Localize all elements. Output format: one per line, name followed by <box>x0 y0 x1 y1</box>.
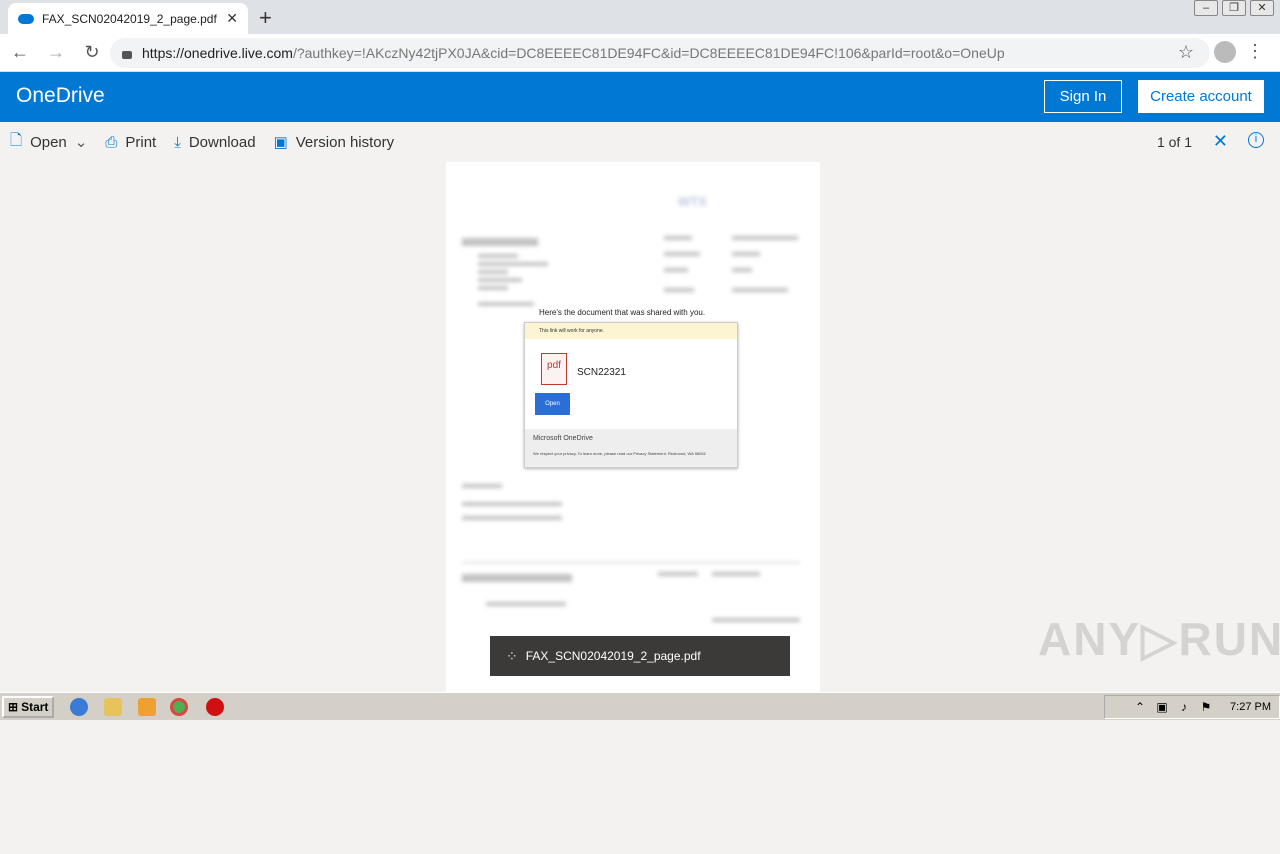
link-notice: This link will work for anyone. <box>525 323 737 339</box>
onedrive-brand[interactable]: OneDrive <box>16 84 105 108</box>
share-card: This link will work for anyone. pdf SCN2… <box>524 322 738 468</box>
window-controls: – ❐ ✕ <box>1194 0 1274 16</box>
document-icon: 🗋 <box>10 131 23 149</box>
close-tab-icon[interactable]: ✕ <box>226 10 238 27</box>
taskbar: ⊞ Start ⌃ ▣ ♪ ⚑ 7:27 PM <box>0 692 1280 720</box>
download-icon: ⤓ <box>174 133 181 151</box>
clock[interactable]: 7:27 PM <box>1230 701 1271 713</box>
print-command[interactable]: ⎙ Print <box>105 134 156 151</box>
onedrive-cloud-icon <box>18 13 34 24</box>
windows-logo-icon: ⊞ <box>8 700 19 714</box>
shared-message: Here's the document that was shared with… <box>539 308 706 317</box>
shared-file-name: SCN22321 <box>577 367 626 378</box>
open-label: Open <box>30 133 67 151</box>
lock-icon <box>122 51 132 59</box>
restore-icon[interactable]: ❐ <box>1222 0 1246 16</box>
print-label: Print <box>125 133 157 151</box>
start-label: Start <box>21 700 49 714</box>
tray-expand-icon[interactable]: ⌃ <box>1132 700 1148 714</box>
reload-icon[interactable]: ↻ <box>76 42 108 63</box>
card-footer: Microsoft OneDrive We respect your priva… <box>525 429 737 467</box>
pdf-file-icon: pdf <box>541 353 567 385</box>
bookmark-star-icon[interactable]: ☆ <box>1178 42 1194 63</box>
tab-title: FAX_SCN02042019_2_page.pdf - O <box>42 11 221 26</box>
start-button[interactable]: ⊞ Start <box>2 696 54 718</box>
microsoft-onedrive-logo: Microsoft OneDrive <box>533 435 593 442</box>
address-bar[interactable]: https://onedrive.live.com/?authkey=!AKcz… <box>110 38 1210 68</box>
folder-icon[interactable] <box>104 698 122 716</box>
info-icon[interactable]: i <box>1248 132 1264 148</box>
minimize-icon[interactable]: – <box>1194 0 1218 16</box>
command-bar: 🗋 Open ⌄ ⎙ Print ⤓ Download ▣ Version hi… <box>0 122 1280 162</box>
media-player-icon[interactable] <box>138 698 156 716</box>
loading-file-name: FAX_SCN02042019_2_page.pdf <box>525 649 701 663</box>
sign-in-button[interactable]: Sign In <box>1044 80 1122 113</box>
volume-icon[interactable]: ♪ <box>1176 700 1192 714</box>
url-path: /?authkey=!AKczNy42tjPX0JA&cid=DC8EEEEC8… <box>292 45 1005 61</box>
tab-strip: FAX_SCN02042019_2_page.pdf - O ✕ + – ❐ ✕ <box>0 0 1280 34</box>
loading-spinner-icon: ⁘ <box>506 647 518 664</box>
loading-toast: ⁘ FAX_SCN02042019_2_page.pdf <box>490 636 790 676</box>
chrome-icon[interactable] <box>170 698 188 716</box>
back-icon[interactable]: ← <box>4 42 36 63</box>
anyrun-watermark: ANY▷RUN <box>1038 613 1280 665</box>
chevron-down-icon: ⌄ <box>74 134 88 151</box>
close-icon[interactable]: ✕ <box>1213 131 1228 152</box>
action-center-flag-icon[interactable]: ⚑ <box>1198 700 1214 714</box>
version-history-command[interactable]: ▣ Version history <box>273 133 395 152</box>
version-history-icon: ▣ <box>273 134 288 151</box>
system-tray: ⌃ ▣ ♪ ⚑ 7:27 PM <box>1104 695 1280 719</box>
network-icon[interactable]: ▣ <box>1154 700 1170 714</box>
browser-toolbar: ← → ↻ https://onedrive.live.com/?authkey… <box>0 34 1280 72</box>
url-host: https://onedrive.live.com <box>142 45 293 61</box>
create-account-button[interactable]: Create account <box>1138 80 1264 113</box>
card-open-button[interactable]: Open <box>535 393 570 415</box>
download-label: Download <box>188 133 256 151</box>
printer-icon: ⎙ <box>105 133 118 151</box>
forward-icon[interactable]: → <box>40 42 72 63</box>
company-logo: WTX <box>678 194 707 209</box>
onedrive-header: OneDrive Sign In Create account <box>0 72 1280 122</box>
pdf-page: WTX Here's the document that was shared … <box>446 162 820 692</box>
download-command[interactable]: ⤓ Download <box>174 134 255 151</box>
privacy-text: We respect your privacy. To learn more, … <box>533 451 706 456</box>
page-counter: 1 of 1 <box>1156 134 1192 150</box>
browser-menu-icon[interactable]: ⋮ <box>1246 41 1264 62</box>
browser-tab[interactable]: FAX_SCN02042019_2_page.pdf - O ✕ <box>8 3 248 34</box>
version-history-label: Version history <box>295 133 395 151</box>
close-window-icon[interactable]: ✕ <box>1250 0 1274 16</box>
stop-icon[interactable] <box>206 698 224 716</box>
new-tab-button[interactable]: + <box>259 5 272 31</box>
profile-avatar[interactable] <box>1214 41 1236 63</box>
ie-icon[interactable] <box>70 698 88 716</box>
viewer-scrollbar[interactable] <box>1268 324 1280 854</box>
open-command[interactable]: 🗋 Open ⌄ <box>10 130 87 155</box>
